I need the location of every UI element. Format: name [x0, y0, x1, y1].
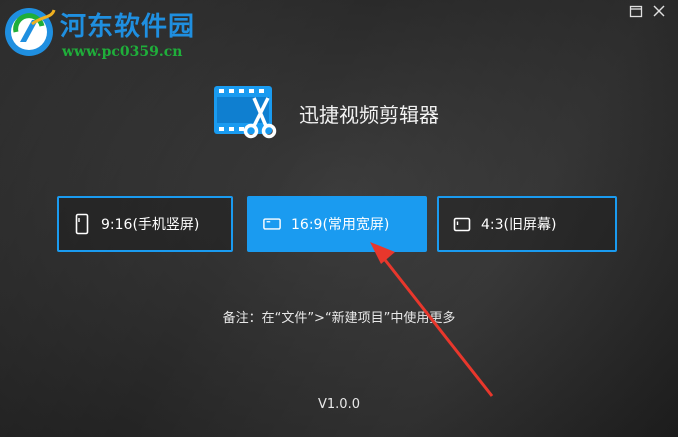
close-icon[interactable] [652, 4, 666, 18]
portrait-screen-icon [73, 213, 91, 235]
ratio-4-3-button[interactable]: 4:3(旧屏幕) [437, 196, 617, 252]
app-logo-icon [214, 86, 277, 139]
watermark-title: 河东软件园 [60, 12, 196, 42]
watermark-url: www.pc0359.cn [62, 44, 183, 60]
note-text: 备注：在“文件”>“新建项目”中使用更多 [222, 311, 456, 326]
version-label: V1.0.0 [318, 397, 360, 412]
watermark-logo-icon [5, 8, 56, 56]
ratio-label: 16:9(常用宽屏) [291, 217, 390, 233]
watermark: 河东软件园 www.pc0359.cn [2, 2, 202, 64]
ratio-16-9-button[interactable]: 16:9(常用宽屏) [247, 196, 427, 252]
ratio-9-16-button[interactable]: 9:16(手机竖屏) [57, 196, 233, 252]
ratio-label: 4:3(旧屏幕) [481, 217, 557, 233]
restore-window-icon[interactable] [629, 4, 643, 18]
ratio-label: 9:16(手机竖屏) [101, 217, 200, 233]
old-screen-icon [453, 213, 471, 235]
app-name: 迅捷视频剪辑器 [299, 103, 439, 127]
widescreen-icon [263, 213, 281, 235]
